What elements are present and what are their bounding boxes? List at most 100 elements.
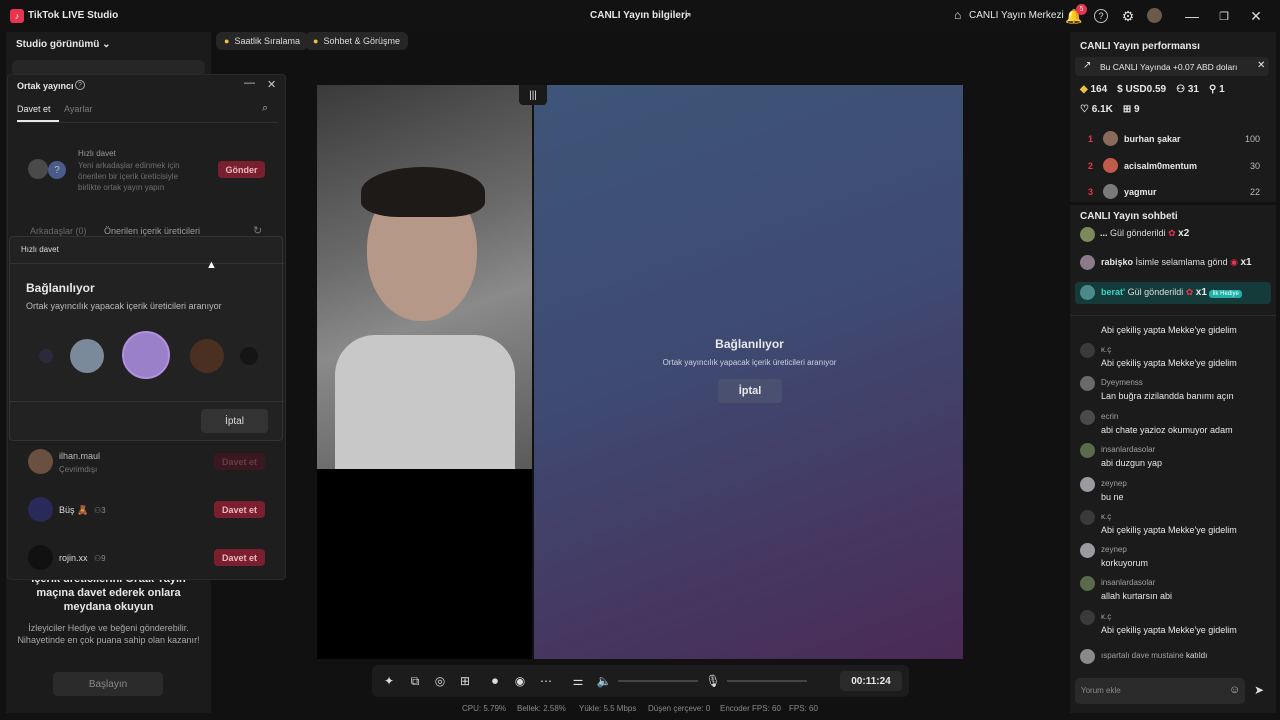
gift-text: Gül gönderildi: [1110, 228, 1166, 238]
streamer-hair: [361, 167, 485, 217]
chat-meet-label: Sohbet & Görüşme: [323, 36, 400, 46]
ranker-score: 100: [1244, 134, 1260, 144]
metrics-row-2: ♡ 6.1K ⊞ 9: [1080, 104, 1140, 115]
chat-message-text: abi chate yazioz okumuyor adam: [1101, 425, 1233, 435]
close-banner-icon[interactable]: ✕: [1257, 60, 1265, 71]
candidate-avatar-active: [122, 331, 170, 379]
user-avatar: [28, 449, 53, 474]
minimize-panel-icon[interactable]: —: [244, 77, 255, 89]
share-icon[interactable]: ↗: [682, 9, 692, 23]
minimize-icon[interactable]: —: [1182, 6, 1202, 26]
user-name: ilhan.maul: [59, 451, 101, 461]
layout-toggle-icon[interactable]: |||: [519, 85, 547, 105]
rose-icon: ✿: [1168, 228, 1176, 238]
cancel-button[interactable]: İptal: [201, 409, 268, 433]
popup-title: Bağlanılıyor: [26, 281, 95, 295]
candidate-avatar: [240, 347, 258, 365]
gift-count: x1: [1195, 287, 1207, 298]
help-icon[interactable]: ?: [1094, 9, 1108, 23]
metrics-row-1: ◆ 164 $ USD0.59 ⚇ 31 ⚲ 1: [1080, 84, 1225, 95]
chat-avatar: [1080, 343, 1095, 358]
chat-message-text: Abi çekiliş yapta Mekke'ye gidelim: [1101, 325, 1237, 335]
chat-user: ĸ.ç: [1101, 345, 1112, 354]
mic-volume-slider[interactable]: [727, 680, 807, 682]
friends-tab[interactable]: Arkadaşlar (0): [30, 226, 87, 236]
live-timer: 00:11:24: [840, 671, 902, 691]
rank-number: 2: [1088, 161, 1094, 171]
followers-value: 1: [1219, 84, 1225, 95]
candidate-avatar: [190, 339, 224, 373]
microphone-icon[interactable]: 🎙: [703, 671, 723, 691]
more-icon[interactable]: ⋯: [536, 671, 556, 691]
live-info-button[interactable]: CANLI Yayın bilgileri: [590, 10, 688, 21]
record-icon[interactable]: ⏺: [485, 671, 505, 691]
stage-connecting-subtitle: Ortak yayıncılık yapacak içerik üreticil…: [662, 358, 837, 367]
performance-panel: CANLI Yayın performansı ↗ Bu CANLI Yayın…: [1070, 32, 1276, 202]
settings-gear-icon[interactable]: ⚙: [1118, 6, 1138, 26]
maximize-icon[interactable]: ❐: [1214, 6, 1234, 26]
tab-settings[interactable]: Ayarlar: [64, 104, 92, 114]
gift-row: rabişko İsimle selamlama gönd ◉ x1: [1101, 257, 1252, 268]
close-window-icon[interactable]: ✕: [1246, 6, 1266, 26]
volume-slider[interactable]: [618, 680, 698, 682]
adjust-icon[interactable]: ⚌: [568, 671, 588, 691]
divider: [17, 122, 278, 123]
tab-invite[interactable]: Davet et: [17, 104, 51, 114]
stage-cancel-button[interactable]: İptal: [718, 379, 782, 403]
magic-wand-icon[interactable]: ✦: [379, 671, 399, 691]
send-button[interactable]: Gönder: [218, 161, 265, 178]
chat-message-text: Abi çekiliş yapta Mekke'ye gidelim: [1101, 625, 1237, 635]
speaker-icon[interactable]: 🔈: [594, 671, 614, 691]
streamer-shirt: [335, 335, 515, 469]
chat-avatar: [1080, 510, 1095, 525]
recommended-tab[interactable]: Önerilen içerik üreticileri: [104, 226, 200, 236]
chat-avatar: [1080, 543, 1095, 558]
chat-message-text: bu ne: [1101, 492, 1124, 502]
send-icon[interactable]: ➤: [1254, 683, 1264, 697]
comment-input-box[interactable]: Yorum ekle ☺: [1075, 678, 1245, 704]
chat-meet-pill[interactable]: ● Sohbet & Görüşme: [305, 32, 408, 50]
ranker-avatar: [1103, 184, 1118, 199]
gift-text: Gül gönderildi: [1127, 287, 1184, 297]
dropped-frames-stat: Düşen çerçeve: 0: [648, 704, 711, 713]
close-panel-icon[interactable]: ✕: [267, 78, 276, 91]
home-icon[interactable]: ⌂: [954, 8, 961, 22]
info-icon[interactable]: ?: [75, 80, 85, 90]
invite-button[interactable]: Davet et: [214, 549, 265, 566]
quick-invite-avatar: [28, 159, 48, 179]
profile-avatar[interactable]: [1147, 8, 1162, 23]
notification-badge: 5: [1076, 4, 1087, 15]
rank-number: 1: [1088, 134, 1094, 144]
follower-count: ⚇9: [94, 554, 106, 563]
chevron-down-icon: ⌄: [102, 39, 111, 50]
chat-panel: CANLI Yayın sohbeti ... Gül gönderildi ✿…: [1070, 205, 1276, 713]
chat-user: ecrin: [1101, 412, 1119, 421]
chat-avatar: [1080, 410, 1095, 425]
gift-user: ...: [1100, 228, 1108, 238]
search-icon[interactable]: ⌕: [262, 102, 268, 115]
add-source-icon[interactable]: ⊞: [455, 671, 475, 691]
invite-button[interactable]: Davet et: [214, 501, 265, 518]
app-title: TikTok LIVE Studio: [28, 10, 119, 21]
viewers-value: 31: [1187, 84, 1199, 95]
fps-stat: FPS: 60: [789, 704, 818, 713]
screen-share-icon[interactable]: ⧉: [405, 671, 425, 691]
stage-connecting-title: Bağlanılıyor: [715, 337, 784, 351]
emoji-icon[interactable]: ☺: [1229, 684, 1240, 696]
cpu-stat: CPU: 5.79%: [462, 704, 507, 713]
start-button[interactable]: Başlayın: [53, 672, 163, 696]
studio-view-dropdown[interactable]: Studio görünümü ⌄: [16, 39, 111, 50]
gifters-metric: ⊞ 9: [1123, 104, 1140, 115]
usd-metric: $ USD0.59: [1117, 84, 1166, 95]
gift-user-avatar: [1080, 227, 1095, 242]
effects-icon[interactable]: ◎: [430, 671, 450, 691]
hourly-ranking-pill[interactable]: ● Saatlik Sıralama: [216, 32, 308, 50]
chat-message-text: abi duzgun yap: [1101, 458, 1163, 468]
studio-view-label: Studio görünümü: [16, 39, 100, 50]
live-center-button[interactable]: CANLI Yayın Merkezi: [969, 10, 1064, 21]
performance-title: CANLI Yayın performansı: [1080, 41, 1200, 52]
invite-button-disabled[interactable]: Davet et: [214, 453, 265, 470]
camera-icon[interactable]: ◉: [510, 671, 530, 691]
people-icon: ⚇: [1176, 84, 1186, 95]
followers-metric: ⚲ 1: [1209, 84, 1225, 95]
